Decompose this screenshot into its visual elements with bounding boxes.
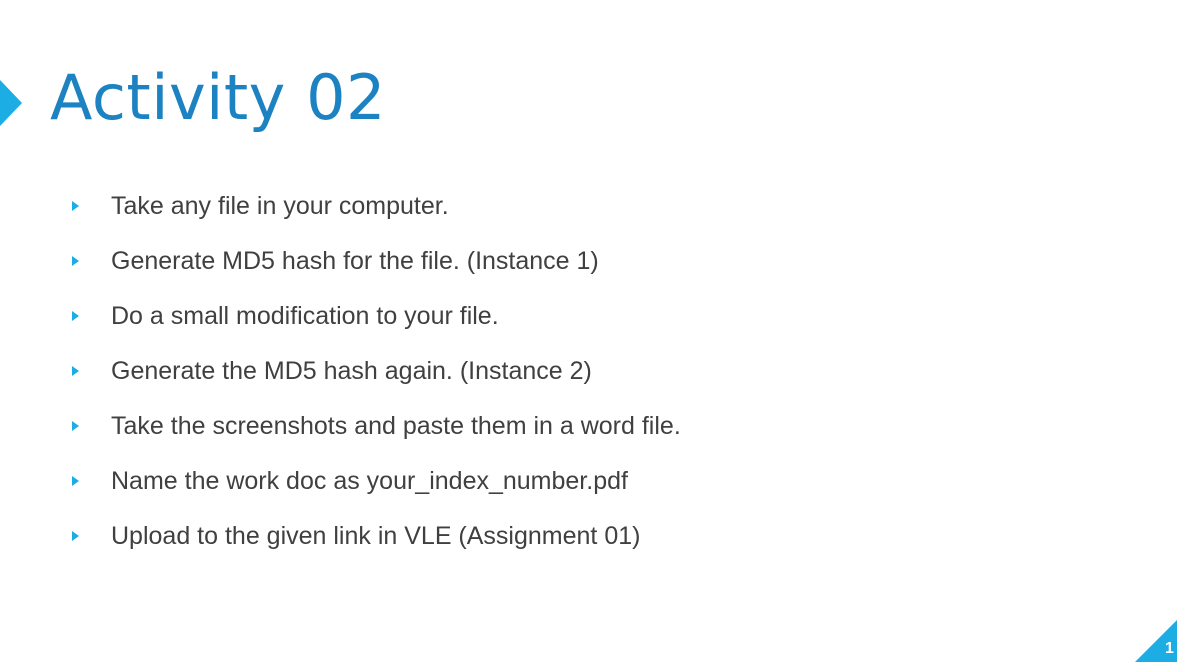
bullet-triangle-icon <box>72 311 79 321</box>
corner-decoration: 1 <box>1135 620 1177 662</box>
slide-title: Activity 02 <box>50 61 386 134</box>
bullet-triangle-icon <box>72 531 79 541</box>
list-item: Generate MD5 hash for the file. (Instanc… <box>72 245 599 300</box>
bullet-triangle-icon <box>72 476 79 486</box>
list-item: Generate the MD5 hash again. (Instance 2… <box>72 355 592 410</box>
list-item: Upload to the given link in VLE (Assignm… <box>72 520 640 575</box>
bullet-triangle-icon <box>72 201 79 211</box>
bullet-text: Generate the MD5 hash again. (Instance 2… <box>111 357 592 385</box>
title-arrow-icon <box>0 80 22 126</box>
list-item: Do a small modification to your file. <box>72 300 499 355</box>
bullet-text: Generate MD5 hash for the file. (Instanc… <box>111 247 599 275</box>
list-item: Take any file in your computer. <box>72 190 449 245</box>
slide: Activity 02 Take any file in your comput… <box>0 0 1177 662</box>
bullet-text: Do a small modification to your file. <box>111 302 499 330</box>
bullet-list: Take any file in your computer. Generate… <box>72 190 681 575</box>
list-item: Take the screenshots and paste them in a… <box>72 410 681 465</box>
bullet-triangle-icon <box>72 256 79 266</box>
bullet-text: Name the work doc as your_index_number.p… <box>111 467 628 495</box>
list-item: Name the work doc as your_index_number.p… <box>72 465 628 520</box>
slide-number: 1 <box>1165 640 1174 657</box>
bullet-triangle-icon <box>72 366 79 376</box>
bullet-text: Take the screenshots and paste them in a… <box>111 412 681 440</box>
bullet-text: Take any file in your computer. <box>111 192 449 220</box>
bullet-text: Upload to the given link in VLE (Assignm… <box>111 522 641 550</box>
bullet-triangle-icon <box>72 421 79 431</box>
